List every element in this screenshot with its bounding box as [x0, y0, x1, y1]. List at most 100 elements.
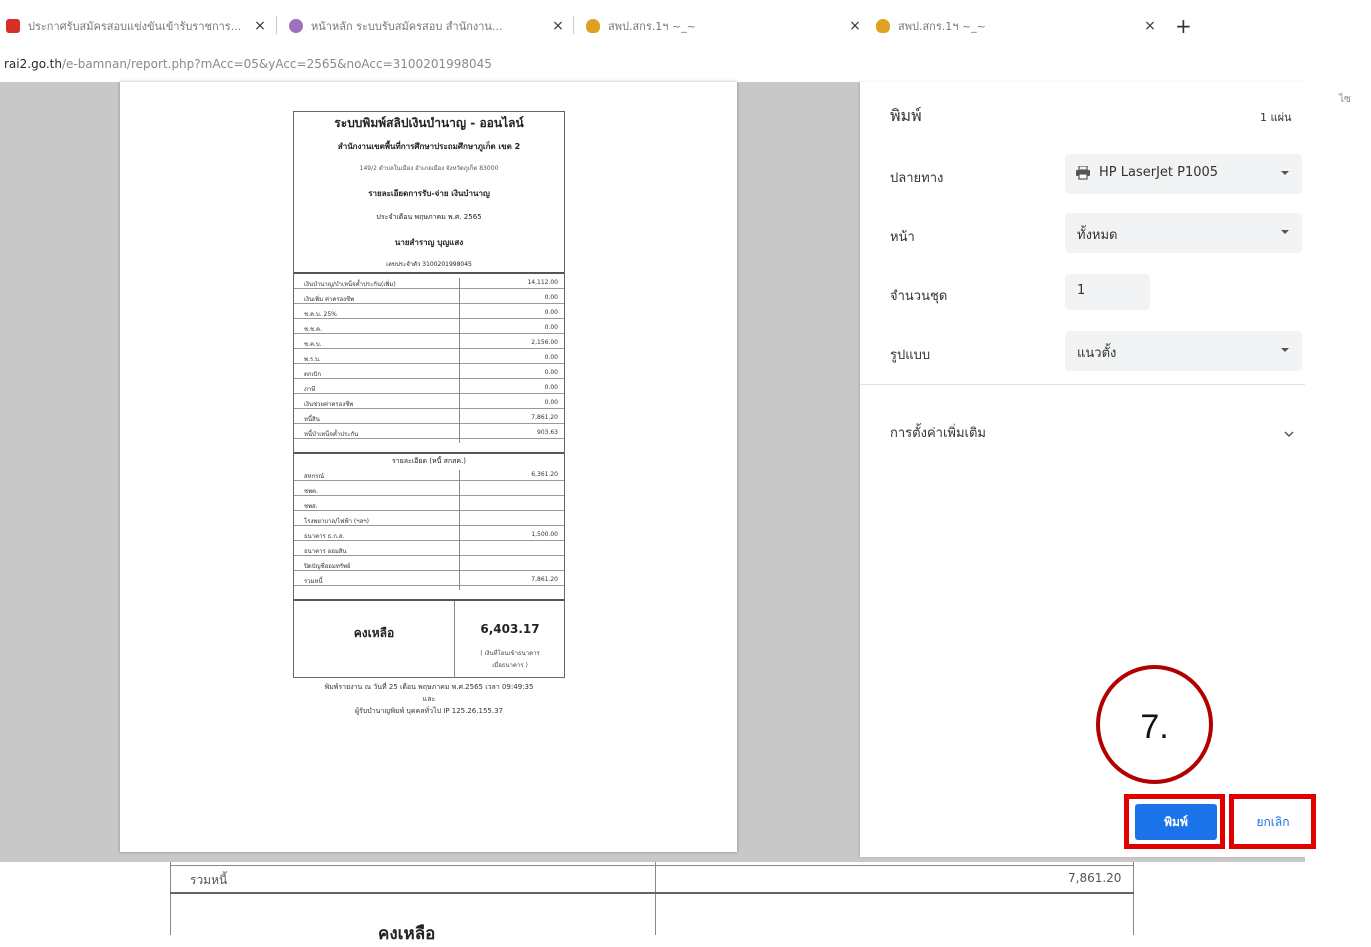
- table-row: ช.ช.ค. 0.00: [294, 323, 564, 334]
- row-label: ชพส.: [304, 503, 318, 510]
- row-label: โรงพยาบาล/ไฟฟ้า (ฯลฯ): [304, 518, 369, 525]
- table-border: [170, 892, 1134, 894]
- table-row: สหกรณ์ 6,361.20: [294, 470, 564, 481]
- row-value: 0.00: [544, 324, 558, 331]
- deduct-header: รายละเอียด (หนี้ สกสค.): [391, 457, 467, 465]
- table-row: ช.ค.บ. 25% 0.00: [294, 308, 564, 319]
- table-border: [170, 865, 1134, 866]
- table-row: ตกเบิก 0.00: [294, 368, 564, 379]
- chevron-down-icon: [1280, 167, 1290, 177]
- tab-office-1[interactable]: สพป.สกร.1ฯ ~_~ ×: [580, 8, 865, 44]
- page-side-text: ไซ: [1339, 94, 1351, 105]
- row-label: รวมหนี้: [304, 578, 323, 585]
- table-row: ชพค.: [294, 485, 564, 496]
- tab-title: สพป.สกร.1ฯ ~_~: [898, 20, 986, 33]
- sheet-count: 1 แผ่น: [1260, 111, 1292, 124]
- table-row: ธนาคาร ออมสิน: [294, 545, 564, 556]
- slip-divider: [294, 599, 564, 601]
- row-label: ช.ช.ค.: [304, 326, 322, 333]
- row-label: ตกเบิก: [304, 371, 322, 378]
- table-row: ชพส.: [294, 500, 564, 511]
- table-row: ช.ค.บ. 2,156.00: [294, 338, 564, 349]
- slip-period: ประจำเดือน พฤษภาคม พ.ศ. 2565: [376, 213, 482, 221]
- table-border: [655, 862, 656, 935]
- row-label: เงินช่วยค่าครองชีพ: [304, 401, 354, 408]
- cancel-button-highlight: [1229, 794, 1316, 849]
- slip-id: เลขประจำตัว 3100201998045: [386, 261, 472, 268]
- slip-organization: สำนักงานเขตพื้นที่การศึกษาประถมศึกษาภูเก…: [337, 142, 521, 151]
- pages-select[interactable]: ทั้งหมด: [1065, 213, 1302, 253]
- close-icon[interactable]: ×: [845, 18, 865, 34]
- slip-footer: พิมพ์รายงาน ณ วันที่ 25 เดือน พฤษภาคม พ.…: [324, 683, 534, 691]
- tab-favicon: [586, 19, 600, 33]
- copies-input[interactable]: 1: [1065, 274, 1150, 310]
- row-value: 14,112.00: [527, 279, 558, 286]
- tab-office-active[interactable]: สพป.สกร.1ฯ ~_~ ×: [870, 8, 1160, 44]
- destination-label: ปลายทาง: [890, 171, 944, 186]
- table-row: โรงพยาบาล/ไฟฟ้า (ฯลฯ): [294, 515, 564, 526]
- chevron-down-icon: [1280, 226, 1290, 236]
- row-value: 6,361.20: [531, 471, 558, 478]
- slip-title: ระบบพิมพ์สลิปเงินบำนาญ - ออนไลน์: [334, 116, 524, 130]
- slip-address: 149/2 ตำบลในเมือง อำเภอเมือง จังหวัดภูเก…: [359, 165, 499, 172]
- net-label: คงเหลือ: [353, 626, 395, 640]
- table-row: พ.ร.บ. 0.00: [294, 353, 564, 364]
- column-divider: [459, 278, 460, 443]
- table-row: ปิดบัญชีออมทรัพย์: [294, 560, 564, 571]
- layout-value: แนวตั้ง: [1077, 346, 1117, 361]
- copies-label: จำนวนชุด: [890, 289, 948, 304]
- copies-value: 1: [1077, 283, 1086, 298]
- row-label: เงินเพิ่ม ค่าครองชีพ: [304, 296, 355, 303]
- row-value: 1,500.00: [531, 531, 558, 538]
- printer-icon: [1075, 165, 1091, 180]
- tab-recruitment[interactable]: ประกาศรับสมัครสอบแข่งขันเข้ารับราชการ...…: [0, 8, 270, 44]
- page-bottom-fragment: รวมหนี้ 7,861.20 คงเหลือ: [0, 862, 1371, 944]
- layout-select[interactable]: แนวตั้ง: [1065, 331, 1302, 371]
- slip-divider: [294, 272, 564, 274]
- chevron-down-icon[interactable]: [1283, 425, 1295, 438]
- pages-label: หน้า: [890, 230, 915, 245]
- pages-value: ทั้งหมด: [1077, 228, 1118, 243]
- row-label: ภาษี: [304, 386, 316, 393]
- page-row-value: 7,861.20: [1068, 871, 1122, 885]
- new-tab-button[interactable]: +: [1175, 14, 1192, 38]
- print-dialog-title: พิมพ์: [890, 106, 922, 125]
- row-value: 0.00: [544, 369, 558, 376]
- address-bar[interactable]: rai2.go.th/e-bamnan/report.php?mAcc=05&y…: [0, 48, 1371, 82]
- page-row-label: รวมหนี้: [190, 873, 228, 887]
- pension-slip: ระบบพิมพ์สลิปเงินบำนาญ - ออนไลน์ สำนักงา…: [293, 111, 565, 678]
- row-label: เงินบำนาญ/บำเหน็จค้ำประกัน(เพิ่ม): [304, 281, 396, 288]
- row-label: ธนาคาร ธ.ก.ส.: [304, 533, 345, 540]
- tab-registration-home[interactable]: หน้าหลัก ระบบรับสมัครสอบ สำนักงาน... ×: [283, 8, 568, 44]
- close-icon[interactable]: ×: [250, 18, 270, 34]
- row-value: 0.00: [544, 384, 558, 391]
- row-label: ปิดบัญชีออมทรัพย์: [304, 563, 351, 570]
- slip-name: นายสำราญ บุญแสง: [394, 238, 464, 247]
- close-icon[interactable]: ×: [1140, 18, 1160, 34]
- row-label: ธนาคาร ออมสิน: [304, 548, 347, 555]
- row-label: พ.ร.บ.: [304, 356, 321, 363]
- close-icon[interactable]: ×: [548, 18, 568, 34]
- row-value: 903.63: [537, 429, 558, 436]
- table-row: ภาษี 0.00: [294, 383, 564, 394]
- tab-favicon: [6, 19, 20, 33]
- print-button-highlight: [1124, 794, 1225, 849]
- row-value: 0.00: [544, 309, 558, 316]
- print-settings-panel: พิมพ์ 1 แผ่น ปลายทาง HP LaserJet P1005 ห…: [860, 82, 1305, 857]
- page-right-strip: ไซ: [1305, 82, 1371, 862]
- table-row: ธนาคาร ธ.ก.ส. 1,500.00: [294, 530, 564, 541]
- url-text[interactable]: rai2.go.th/e-bamnan/report.php?mAcc=05&y…: [4, 57, 492, 71]
- tab-title: ประกาศรับสมัครสอบแข่งขันเข้ารับราชการ...: [28, 20, 242, 33]
- table-border: [170, 862, 171, 935]
- tab-title: หน้าหลัก ระบบรับสมัครสอบ สำนักงาน...: [311, 20, 503, 33]
- table-border: [1133, 862, 1134, 935]
- row-label: ชพค.: [304, 488, 318, 495]
- row-label: หนี้สิน: [304, 416, 320, 423]
- slip-doc-title: รายละเอียดการรับ-จ่าย เงินบำนาญ: [368, 189, 490, 198]
- net-divider: [454, 601, 455, 678]
- destination-select[interactable]: HP LaserJet P1005: [1065, 154, 1302, 194]
- more-settings-toggle[interactable]: การตั้งค่าเพิ่มเติม: [890, 422, 986, 443]
- tab-title: สพป.สกร.1ฯ ~_~: [608, 20, 696, 33]
- slip-footer: ผู้รับบำนาญพิมพ์ บุคคลทั่วไป IP 125.26.1…: [355, 707, 503, 715]
- chevron-down-icon: [1280, 344, 1290, 354]
